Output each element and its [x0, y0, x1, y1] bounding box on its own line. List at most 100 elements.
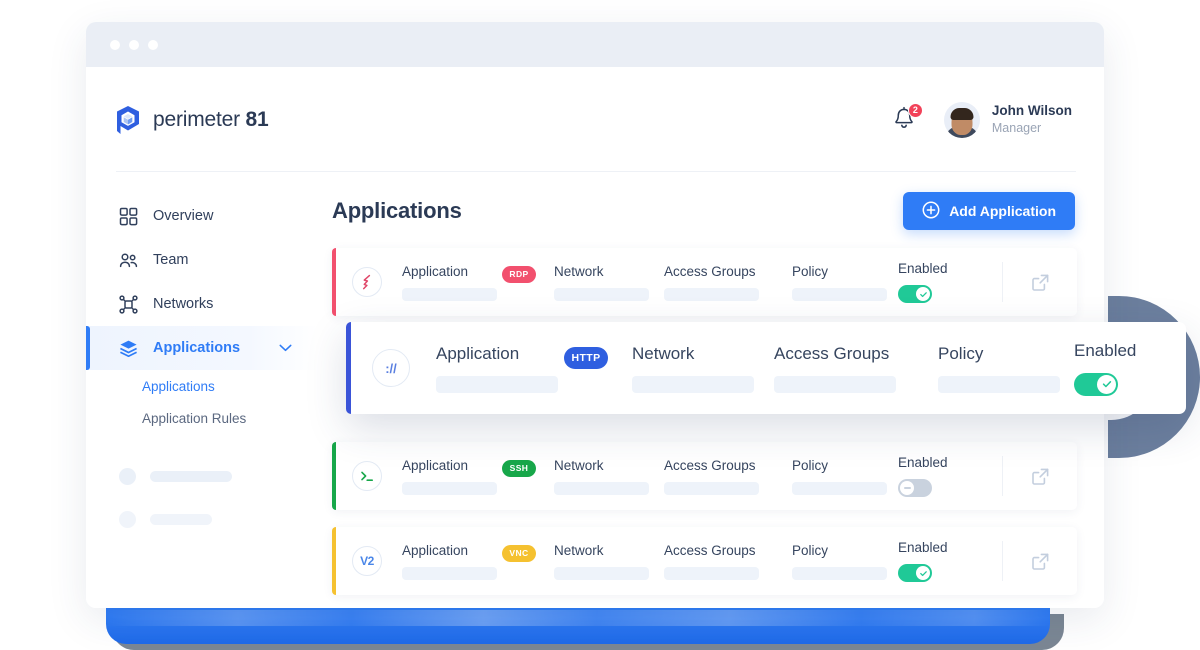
sidebar-item-applications[interactable]: Applications: [86, 326, 318, 370]
row-accent-bar: [332, 248, 336, 316]
value-placeholder: [792, 566, 887, 580]
column-access-groups: Access Groups: [774, 344, 938, 393]
brand-name: perimeter 81: [153, 107, 269, 131]
column-header: Enabled: [898, 540, 948, 555]
chevron-down-icon[interactable]: [279, 340, 292, 356]
grid-icon: [119, 207, 138, 226]
window-titlebar: [86, 22, 1104, 67]
minimize-button[interactable]: [129, 39, 139, 50]
value-placeholder: [402, 481, 497, 495]
table-row-hovered[interactable]: :// Application HTTP Network Access Grou…: [346, 322, 1186, 414]
value-placeholder: [402, 566, 497, 580]
sidebar-subitem-application-rules[interactable]: Application Rules: [86, 402, 318, 434]
column-header: Enabled: [898, 261, 948, 276]
add-application-button[interactable]: Add Application: [903, 192, 1075, 230]
application-list: Application RDP Network Access Groups Po…: [332, 248, 1077, 595]
column-application: Application HTTP: [436, 344, 632, 393]
toggle-knob: [916, 287, 930, 301]
enabled-toggle[interactable]: [898, 285, 932, 303]
value-placeholder: [632, 375, 754, 393]
column-header: Network: [632, 343, 695, 363]
page-title: Applications: [332, 198, 462, 223]
sidebar-item-label: Team: [153, 252, 189, 268]
column-policy: Policy: [792, 264, 898, 301]
column-header: Network: [554, 263, 604, 279]
column-application: Application RDP: [402, 264, 554, 301]
column-header: Enabled: [1074, 340, 1137, 360]
value-placeholder: [664, 287, 759, 301]
table-row[interactable]: Application SSH Network Access Groups Po…: [332, 442, 1077, 510]
user-menu[interactable]: John Wilson Manager: [943, 101, 1072, 138]
value-placeholder: [554, 566, 649, 580]
enabled-toggle[interactable]: [898, 564, 932, 582]
external-link-icon[interactable]: [1003, 552, 1077, 571]
zoom-button[interactable]: [148, 39, 158, 50]
row-accent-bar: [332, 527, 336, 595]
sidebar-item-overview[interactable]: Overview: [86, 194, 318, 238]
external-link-icon[interactable]: [1003, 467, 1077, 486]
sidebar-item-label: Networks: [153, 296, 214, 312]
value-placeholder: [436, 375, 558, 393]
external-link-icon[interactable]: [1003, 273, 1077, 292]
row-accent-bar: [346, 322, 351, 414]
column-header: Enabled: [898, 455, 948, 470]
value-placeholder: [792, 287, 887, 301]
sidebar: Overview Team Networks Applications Appl…: [86, 172, 318, 608]
column-header: Network: [554, 542, 604, 558]
value-placeholder: [664, 481, 759, 495]
column-access-groups: Access Groups: [664, 458, 792, 495]
row-accent-bar: [332, 442, 336, 510]
column-header: Policy: [792, 263, 829, 279]
screenshot-stage: perimeter 81 2 John Wilson Manager Overv…: [0, 0, 1200, 650]
column-access-groups: Access Groups: [664, 543, 792, 580]
value-placeholder: [792, 481, 887, 495]
add-application-label: Add Application: [949, 203, 1056, 219]
brand-logo[interactable]: perimeter 81: [114, 105, 269, 135]
enabled-toggle[interactable]: [1074, 372, 1118, 396]
protocol-badge: HTTP: [564, 346, 608, 369]
column-header: Access Groups: [664, 542, 756, 558]
avatar: [943, 101, 980, 138]
column-application: Application SSH: [402, 458, 554, 495]
table-row[interactable]: Application RDP Network Access Groups Po…: [332, 248, 1077, 316]
column-policy: Policy: [938, 344, 1074, 393]
laptop-base-sheen: [106, 610, 1050, 626]
column-header: Access Groups: [664, 263, 756, 279]
user-name: John Wilson: [991, 102, 1072, 118]
plus-circle-icon: [922, 201, 940, 222]
toggle-knob: [1097, 374, 1116, 394]
sidebar-placeholder-item: [86, 511, 318, 528]
enabled-toggle[interactable]: [898, 479, 932, 497]
network-nodes-icon: [119, 294, 138, 314]
toggle-knob: [916, 566, 930, 580]
value-placeholder: [774, 375, 896, 393]
value-placeholder: [554, 287, 649, 301]
main-header: Applications Add Application: [332, 192, 1077, 230]
layers-icon: [119, 339, 138, 358]
column-enabled: Enabled: [898, 261, 1002, 303]
cube-shield-icon: [114, 105, 142, 135]
column-enabled: Enabled: [898, 540, 1002, 582]
placeholder-bar: [150, 471, 232, 482]
sidebar-item-label: Overview: [153, 208, 214, 224]
vnc-v2-icon: V2: [352, 546, 382, 576]
column-header: Policy: [792, 457, 829, 473]
sidebar-item-networks[interactable]: Networks: [86, 282, 318, 326]
placeholder-icon: [119, 511, 136, 528]
column-network: Network: [554, 543, 664, 580]
sidebar-subitem-label: Application Rules: [142, 410, 247, 426]
column-header: Network: [554, 457, 604, 473]
table-row[interactable]: V2 Application VNC Network Access Groups…: [332, 527, 1077, 595]
column-policy: Policy: [792, 543, 898, 580]
value-placeholder: [554, 481, 649, 495]
sidebar-subitem-applications[interactable]: Applications: [86, 370, 318, 402]
column-header: Policy: [792, 542, 829, 558]
notifications-button[interactable]: 2: [892, 102, 923, 134]
column-network: Network: [554, 458, 664, 495]
ssh-terminal-icon: [352, 461, 382, 491]
column-policy: Policy: [792, 458, 898, 495]
close-button[interactable]: [110, 39, 120, 50]
sidebar-item-team[interactable]: Team: [86, 238, 318, 282]
app-header: perimeter 81 2 John Wilson Manager: [86, 67, 1104, 172]
people-icon: [119, 251, 138, 270]
